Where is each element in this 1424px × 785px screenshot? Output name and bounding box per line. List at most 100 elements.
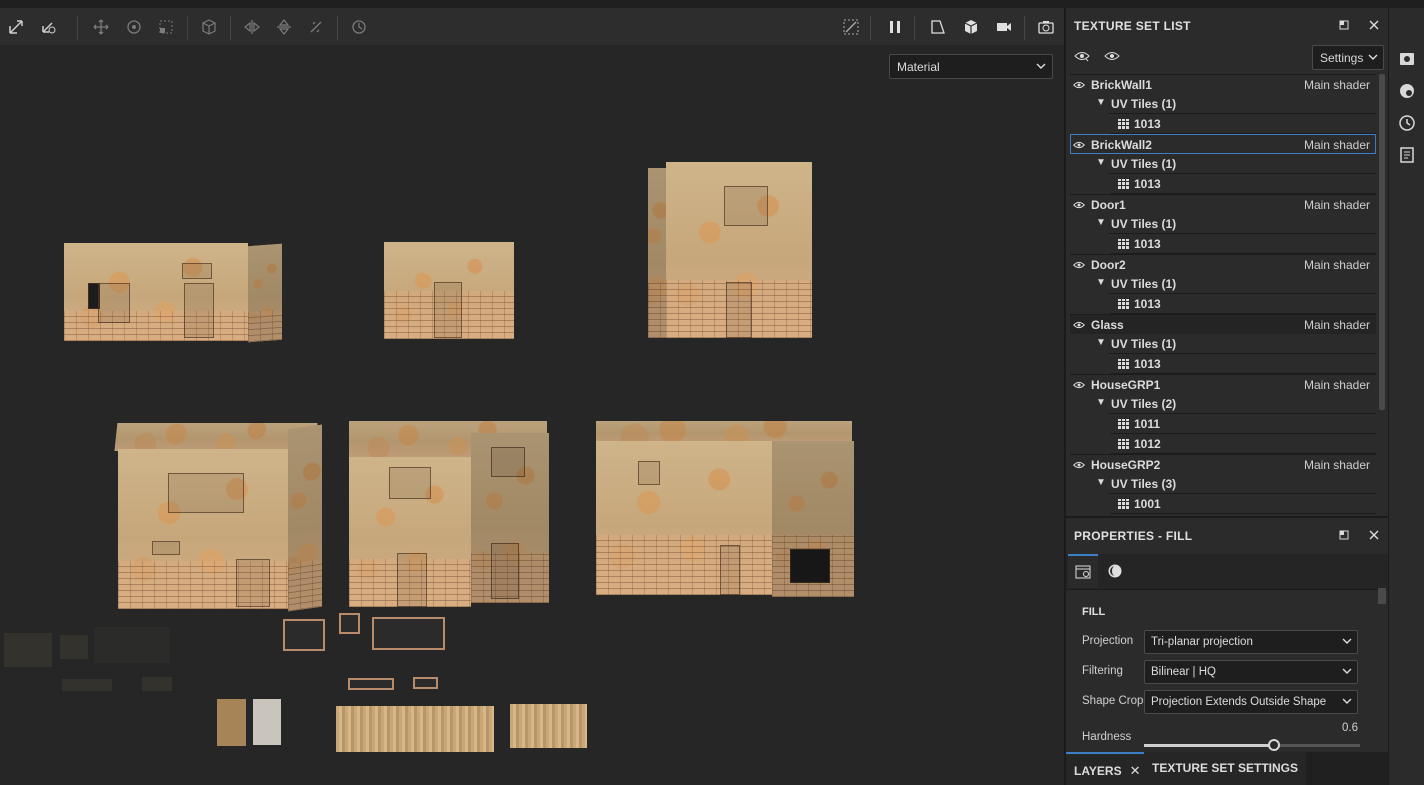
- pause-icon[interactable]: [884, 16, 906, 38]
- maximize-icon[interactable]: [1338, 529, 1352, 543]
- window-frame-part[interactable]: [413, 677, 438, 689]
- shader-name[interactable]: Main shader: [1304, 318, 1370, 332]
- filtering-dropdown[interactable]: Bilinear | HQ: [1144, 660, 1358, 684]
- projection-dropdown[interactable]: Tri-planar projection: [1144, 630, 1358, 654]
- uv-tile-item[interactable]: 1013: [1110, 114, 1376, 134]
- door-part[interactable]: [217, 699, 246, 746]
- uv-tiles-group[interactable]: ▼ UV Tiles (2): [1096, 394, 1376, 414]
- transform-icon[interactable]: [5, 16, 27, 38]
- maximize-icon[interactable]: [1338, 19, 1352, 33]
- house-model[interactable]: [64, 243, 282, 343]
- settings-dropdown[interactable]: Settings: [1312, 45, 1384, 70]
- camera-icon[interactable]: [960, 16, 982, 38]
- uv-tile-item[interactable]: 1011: [1110, 414, 1376, 434]
- uv-tile-item[interactable]: 1012: [1110, 434, 1376, 454]
- history-icon[interactable]: [1398, 114, 1416, 132]
- window-frame-part[interactable]: [348, 678, 394, 690]
- uv-tile-item[interactable]: 1013: [1110, 354, 1376, 374]
- texture-set-item[interactable]: HouseGRP2 Main shader: [1070, 454, 1376, 474]
- texture-set-item[interactable]: BrickWall1 Main shader: [1070, 74, 1376, 94]
- visibility-toggle-icon[interactable]: [1074, 49, 1090, 66]
- scrollbar[interactable]: [1379, 74, 1385, 410]
- close-icon[interactable]: ✕: [1130, 763, 1141, 778]
- 3d-viewport[interactable]: Material: [0, 45, 1064, 785]
- channel-select[interactable]: Material: [889, 54, 1053, 79]
- eye-icon[interactable]: [1073, 139, 1085, 153]
- uv-tiles-group[interactable]: ▼ UV Tiles (1): [1096, 274, 1376, 294]
- house-model[interactable]: [384, 242, 514, 339]
- door-part[interactable]: [253, 699, 281, 745]
- uv-tiles-group[interactable]: ▼ UV Tiles (1): [1096, 214, 1376, 234]
- eye-icon[interactable]: [1073, 79, 1085, 93]
- uv-tile-item[interactable]: 1013: [1110, 174, 1376, 194]
- texture-set-item[interactable]: Door1 Main shader: [1070, 194, 1376, 214]
- house-model[interactable]: [596, 421, 858, 597]
- house-model[interactable]: [349, 421, 553, 607]
- screenshot-icon[interactable]: [1035, 16, 1057, 38]
- tab-texture-set-settings[interactable]: TEXTURE SET SETTINGS: [1144, 752, 1307, 785]
- history-icon[interactable]: [348, 16, 370, 38]
- uv-tiles-group[interactable]: ▼ UV Tiles (3): [1096, 474, 1376, 494]
- cube-icon[interactable]: [198, 16, 220, 38]
- view-mode-icon[interactable]: [927, 16, 949, 38]
- texture-set-item[interactable]: Glass Main shader: [1070, 314, 1376, 334]
- hardness-slider[interactable]: [1144, 739, 1360, 751]
- display-settings-icon[interactable]: [1398, 50, 1416, 68]
- shape-crop-dropdown[interactable]: Projection Extends Outside Shape: [1144, 690, 1358, 714]
- uv-tile-item[interactable]: 1013: [1110, 294, 1376, 314]
- shader-name[interactable]: Main shader: [1304, 78, 1370, 92]
- symmetry-icon[interactable]: [305, 16, 327, 38]
- eye-icon[interactable]: [1073, 199, 1085, 213]
- scale-icon[interactable]: [155, 16, 177, 38]
- uv-tile-item[interactable]: 1013: [1110, 234, 1376, 254]
- chevron-down-icon[interactable]: ▼: [1096, 477, 1106, 488]
- chevron-down-icon[interactable]: ▼: [1096, 217, 1106, 228]
- eye-icon[interactable]: [1073, 459, 1085, 473]
- eye-icon[interactable]: [1073, 319, 1085, 333]
- scrollbar[interactable]: [1378, 588, 1386, 604]
- shader-name[interactable]: Main shader: [1304, 378, 1370, 392]
- chevron-down-icon[interactable]: ▼: [1096, 97, 1106, 108]
- chevron-down-icon[interactable]: ▼: [1096, 337, 1106, 348]
- texture-set-item[interactable]: BrickWall2 Main shader: [1070, 134, 1376, 154]
- close-icon[interactable]: [1368, 529, 1382, 543]
- shader-name[interactable]: Main shader: [1304, 258, 1370, 272]
- uv-tiles-group[interactable]: ▼ UV Tiles (1): [1096, 334, 1376, 354]
- shader-name[interactable]: Main shader: [1304, 198, 1370, 212]
- window-frame-part[interactable]: [372, 617, 445, 650]
- eye-icon[interactable]: [1104, 49, 1120, 66]
- wall-strip-part[interactable]: [510, 704, 587, 748]
- texture-set-item[interactable]: HouseGRP1 Main shader: [1070, 374, 1376, 394]
- hide-icon[interactable]: [840, 16, 862, 38]
- video-icon[interactable]: [993, 16, 1015, 38]
- log-icon[interactable]: [1398, 146, 1416, 164]
- shader-name[interactable]: Main shader: [1304, 138, 1370, 152]
- transform-options-icon[interactable]: [38, 16, 60, 38]
- shader-name[interactable]: Main shader: [1304, 458, 1370, 472]
- chevron-down-icon[interactable]: ▼: [1096, 277, 1106, 288]
- grid-icon: [1118, 359, 1129, 370]
- window-frame-part[interactable]: [339, 613, 360, 634]
- uv-tiles-group[interactable]: ▼ UV Tiles (1): [1096, 154, 1376, 174]
- wall-strip-part[interactable]: [336, 706, 494, 752]
- move-icon[interactable]: [90, 16, 112, 38]
- material-tab[interactable]: [1100, 554, 1130, 588]
- house-model[interactable]: [114, 423, 322, 612]
- chevron-down-icon[interactable]: ▼: [1096, 397, 1106, 408]
- shader-settings-icon[interactable]: [1398, 82, 1416, 100]
- texture-set-item[interactable]: Door2 Main shader: [1070, 254, 1376, 274]
- close-icon[interactable]: [1368, 19, 1382, 33]
- eye-icon[interactable]: [1073, 379, 1085, 393]
- mirror-y-icon[interactable]: [273, 16, 295, 38]
- fill-settings-tab[interactable]: [1068, 554, 1098, 588]
- mirror-x-icon[interactable]: [241, 16, 263, 38]
- rotate-icon[interactable]: [123, 16, 145, 38]
- hardness-slider-handle[interactable]: [1267, 739, 1280, 751]
- window-frame-part[interactable]: [283, 619, 325, 651]
- uv-tile-item[interactable]: 1001: [1110, 494, 1376, 514]
- chevron-down-icon[interactable]: ▼: [1096, 157, 1106, 168]
- eye-icon[interactable]: [1073, 259, 1085, 273]
- house-model[interactable]: [648, 162, 812, 340]
- uv-tiles-group[interactable]: ▼ UV Tiles (1): [1096, 94, 1376, 114]
- tab-layers[interactable]: LAYERS ✕: [1066, 752, 1149, 785]
